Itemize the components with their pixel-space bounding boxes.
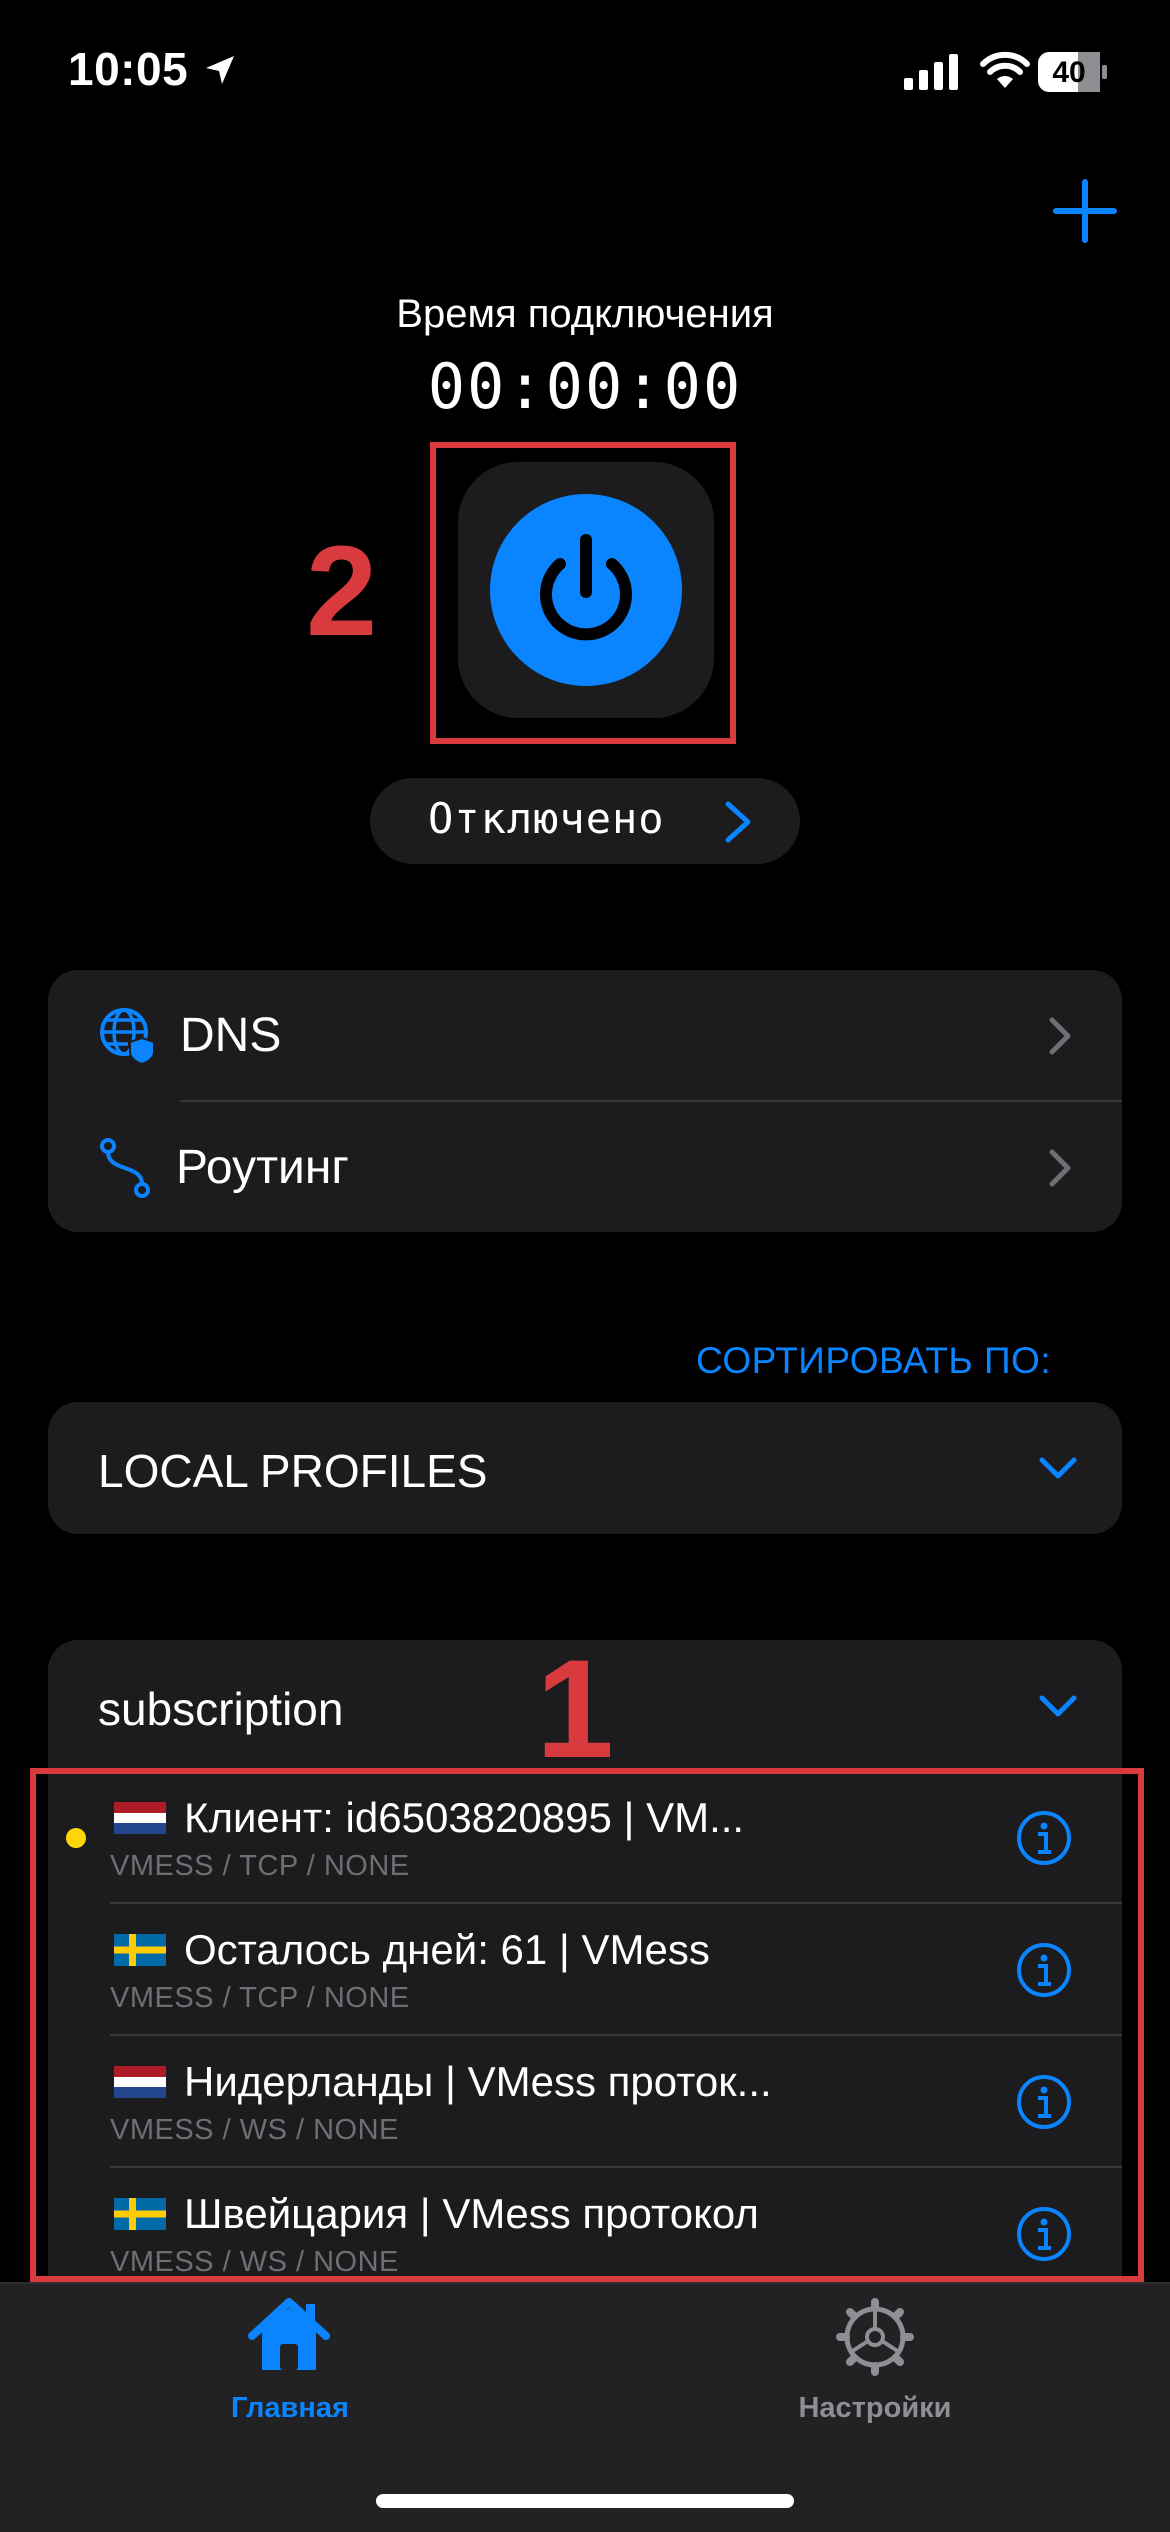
location-arrow-icon [206, 56, 234, 84]
plus-icon[interactable] [1050, 176, 1120, 246]
chevron-down-icon[interactable] [1038, 1694, 1078, 1720]
annotation-box-power [430, 442, 736, 744]
annotation-box-servers [30, 1768, 1144, 2282]
settings-label-routing: Роутинг [176, 1141, 349, 1194]
sort-by-button[interactable]: СОРТИРОВАТЬ ПО: [696, 1340, 1051, 1382]
chevron-right-icon [1049, 1017, 1071, 1055]
battery-level: 40 [1052, 56, 1086, 89]
house-icon [248, 2298, 330, 2370]
annotation-number-1: 1 [536, 1630, 614, 1787]
connection-status-label: Отключено [428, 794, 665, 843]
connection-time-label: Время подключения [396, 292, 774, 336]
connection-timer: 00:00:00 [427, 350, 743, 423]
chevron-right-icon [1049, 1149, 1071, 1187]
chevron-down-icon[interactable] [1038, 1456, 1078, 1482]
tab-label-home: Главная [231, 2392, 349, 2424]
battery-icon: 40 [1038, 52, 1108, 92]
annotation-number-2: 2 [306, 520, 378, 663]
group-title-local-profiles: LOCAL PROFILES [98, 1445, 488, 1497]
gear-icon [836, 2298, 914, 2376]
status-time: 10:05 [68, 43, 189, 95]
globe-shield-icon [100, 1008, 155, 1064]
wifi-icon [980, 51, 1030, 88]
tab-label-settings: Настройки [798, 2392, 952, 2424]
routing-icon [100, 1138, 150, 1198]
home-indicator [376, 2494, 794, 2508]
settings-label-dns: DNS [180, 1009, 282, 1062]
group-title-subscription: subscription [98, 1683, 344, 1735]
chevron-right-icon [725, 801, 751, 843]
cellular-signal-icon [904, 54, 958, 90]
